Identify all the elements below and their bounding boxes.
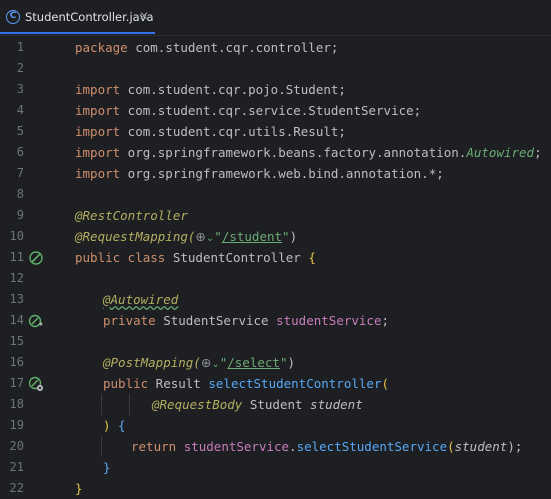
code-line: 12 bbox=[0, 268, 551, 289]
code-text: import org.springframework.beans.factory… bbox=[75, 145, 542, 160]
line-number: 21 bbox=[9, 460, 24, 474]
code-text: @RestController bbox=[75, 208, 188, 223]
globe-icon[interactable]: ⊕ bbox=[195, 229, 205, 244]
endpoint-icon[interactable] bbox=[28, 376, 44, 392]
code-line: 22 } bbox=[0, 478, 551, 499]
code-editor[interactable]: 1 package com.student.cqr.controller; 2 … bbox=[0, 37, 551, 497]
code-text: import com.student.cqr.utils.Result; bbox=[75, 124, 346, 139]
class-icon: C bbox=[6, 10, 20, 24]
line-number: 9 bbox=[16, 208, 24, 222]
line-number: 12 bbox=[9, 271, 24, 285]
line-number: 19 bbox=[9, 418, 24, 432]
code-line: 9 @RestController bbox=[0, 205, 551, 226]
code-line: 15 bbox=[0, 331, 551, 352]
bean-icon[interactable] bbox=[28, 250, 44, 266]
code-line: 20 return studentService.selectStudentSe… bbox=[0, 436, 551, 457]
line-number: 10 bbox=[9, 229, 24, 243]
code-line: 19 ) { bbox=[0, 415, 551, 436]
line-number: 20 bbox=[9, 439, 24, 453]
close-icon[interactable]: ✕ bbox=[139, 9, 149, 23]
line-number: 4 bbox=[16, 103, 24, 117]
code-text: @PostMapping(⊕⌄"/select") bbox=[103, 355, 295, 370]
code-line: 8 bbox=[0, 184, 551, 205]
line-number: 3 bbox=[16, 82, 24, 96]
code-text: import org.springframework.web.bind.anno… bbox=[75, 166, 444, 181]
code-line: 6 import org.springframework.beans.facto… bbox=[0, 142, 551, 163]
code-line: 16 @PostMapping(⊕⌄"/select") bbox=[0, 352, 551, 373]
code-text: @Autowired bbox=[103, 292, 179, 307]
editor-tab-bar: C StudentController.java ✕ bbox=[0, 0, 551, 36]
code-text: } bbox=[75, 481, 83, 496]
line-number: 8 bbox=[16, 187, 24, 201]
line-number: 7 bbox=[16, 166, 24, 180]
line-number: 18 bbox=[9, 397, 24, 411]
code-line: 17 public Result selectStudentController… bbox=[0, 373, 551, 394]
line-number: 11 bbox=[9, 250, 24, 264]
line-number: 22 bbox=[9, 481, 24, 495]
code-line: 4 import com.student.cqr.service.Student… bbox=[0, 100, 551, 121]
globe-icon[interactable]: ⊕ bbox=[201, 355, 211, 370]
code-text: @RequestBody Student student bbox=[152, 397, 363, 412]
code-text: return studentService.selectStudentServi… bbox=[131, 439, 523, 454]
code-line: 13 @Autowired bbox=[0, 289, 551, 310]
tab-title: StudentController.java bbox=[25, 10, 154, 24]
code-line: 11 public class StudentController { bbox=[0, 247, 551, 268]
line-number: 16 bbox=[9, 355, 24, 369]
url-link[interactable]: /select bbox=[227, 355, 280, 370]
chevron-down-icon[interactable]: ⌄ bbox=[211, 359, 219, 370]
line-number: 2 bbox=[16, 61, 24, 75]
injected-bean-icon[interactable] bbox=[28, 313, 44, 329]
line-number: 5 bbox=[16, 124, 24, 138]
code-line: 2 bbox=[0, 58, 551, 79]
code-text: private StudentService studentService; bbox=[103, 313, 389, 328]
indent-guide bbox=[101, 436, 102, 457]
code-line: 10 @RequestMapping(⊕⌄"/student") bbox=[0, 226, 551, 247]
code-text: @RequestMapping(⊕⌄"/student") bbox=[75, 229, 298, 244]
code-line: 3 import com.student.cqr.pojo.Student; bbox=[0, 79, 551, 100]
code-line: 18 @RequestBody Student student bbox=[0, 394, 551, 415]
code-line: 5 import com.student.cqr.utils.Result; bbox=[0, 121, 551, 142]
code-text: package com.student.cqr.controller; bbox=[75, 40, 339, 55]
code-text: public Result selectStudentController( bbox=[103, 376, 389, 391]
indent-guide bbox=[129, 394, 130, 415]
indent-guide bbox=[101, 394, 102, 415]
line-number: 14 bbox=[9, 313, 24, 327]
code-text: } bbox=[103, 460, 111, 475]
url-link[interactable]: /student bbox=[222, 229, 282, 244]
tab-studentcontroller[interactable]: C StudentController.java ✕ bbox=[0, 0, 155, 34]
line-number: 13 bbox=[9, 292, 24, 306]
line-number: 6 bbox=[16, 145, 24, 159]
code-line: 7 import org.springframework.web.bind.an… bbox=[0, 163, 551, 184]
code-line: 21 } bbox=[0, 457, 551, 478]
code-text: import com.student.cqr.service.StudentSe… bbox=[75, 103, 422, 118]
line-number: 17 bbox=[9, 376, 24, 390]
code-line: 14 private StudentService studentService… bbox=[0, 310, 551, 331]
line-number: 15 bbox=[9, 334, 24, 348]
code-line: 1 package com.student.cqr.controller; bbox=[0, 37, 551, 58]
line-number: 1 bbox=[16, 40, 24, 54]
code-text: public class StudentController { bbox=[75, 250, 316, 265]
code-text: import com.student.cqr.pojo.Student; bbox=[75, 82, 346, 97]
code-text: ) { bbox=[103, 418, 126, 433]
